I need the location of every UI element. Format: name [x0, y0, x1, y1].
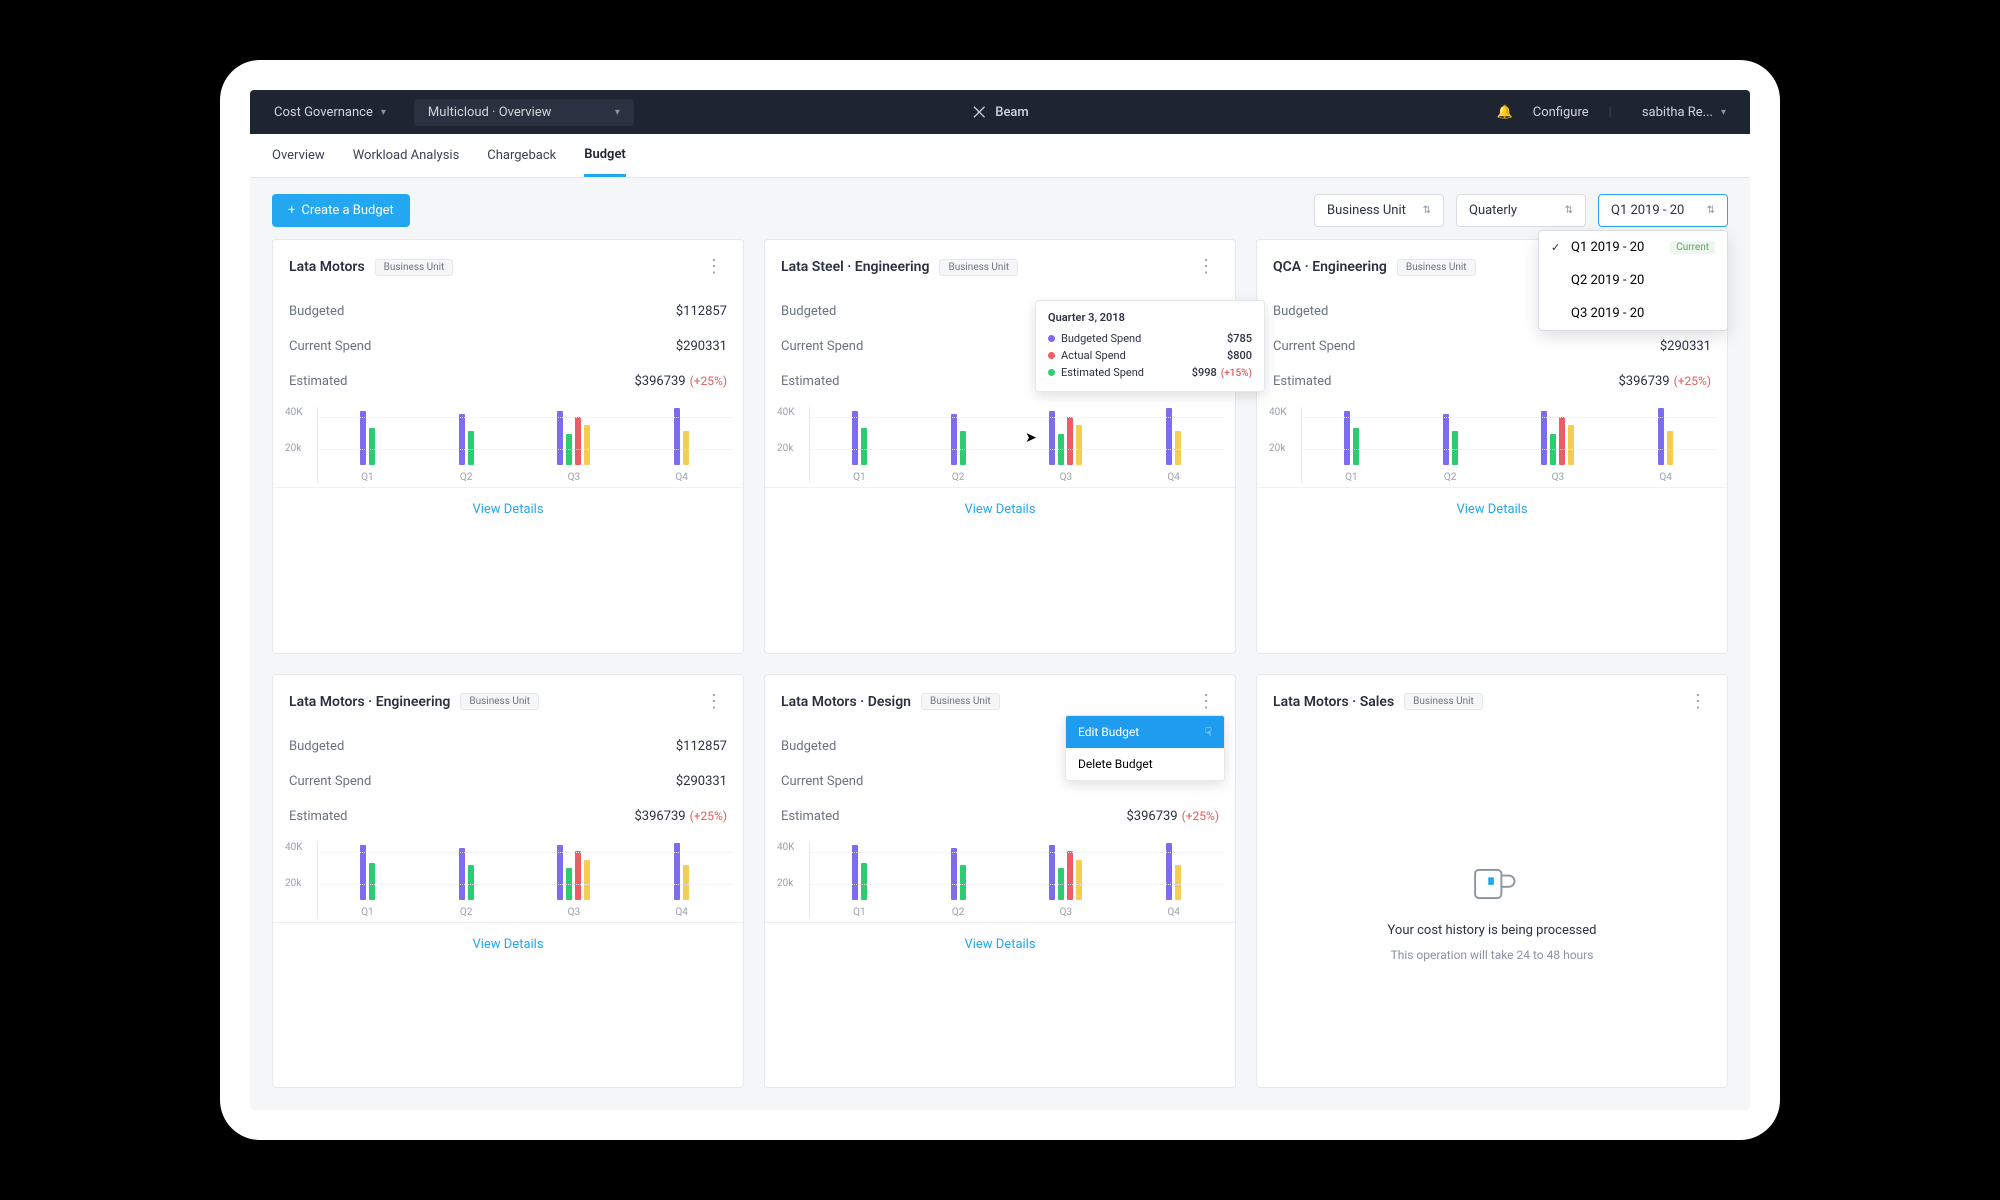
budget-card: Lata Steel · Engineering Business Unit ⋮… [764, 239, 1236, 654]
view-details-link[interactable]: View Details [765, 922, 1235, 966]
user-label: sabitha Re... [1642, 105, 1713, 120]
kebab-icon[interactable]: ⋮ [701, 689, 727, 715]
budget-card: Lata Motors Business Unit ⋮ Budgeted$112… [272, 239, 744, 654]
view-details-link[interactable]: View Details [1257, 487, 1727, 531]
budget-chart: 40K20kQ1Q2Q3Q4 [273, 399, 743, 487]
card-pill: Business Unit [375, 259, 454, 276]
hand-cursor-icon: ☟ [1205, 725, 1212, 739]
legend-dot [1048, 335, 1055, 342]
budget-card: Lata Motors · Engineering Business Unit … [272, 674, 744, 1089]
card-pill: Business Unit [939, 259, 1018, 276]
card-title: Lata Motors [289, 259, 365, 275]
configure-link[interactable]: Configure [1533, 105, 1589, 120]
card-pill: Business Unit [460, 693, 539, 710]
scope-label: Multicloud · Overview [428, 105, 552, 120]
cards-grid: Lata Motors Business Unit ⋮ Budgeted$112… [250, 239, 1750, 1110]
period-menu: ✓ Q1 2019 - 20 Current Q2 2019 - 20 Q3 2… [1538, 230, 1728, 331]
tab-budget[interactable]: Budget [584, 135, 626, 177]
card-pill: Business Unit [1404, 693, 1483, 710]
tab-chargeback[interactable]: Chargeback [487, 136, 556, 175]
card-title: QCA · Engineering [1273, 259, 1387, 275]
card-title: Lata Steel · Engineering [781, 259, 929, 275]
period-select[interactable]: Q1 2019 - 20⇅ [1598, 194, 1728, 227]
chart-tooltip: Quarter 3, 2018 Budgeted Spend$785 Actua… [1035, 300, 1265, 392]
view-details-link[interactable]: View Details [765, 487, 1235, 531]
period-option[interactable]: ✓ Q1 2019 - 20 Current [1539, 231, 1727, 264]
brand-icon [971, 104, 987, 120]
view-details-link[interactable]: View Details [273, 487, 743, 531]
updown-icon: ⇅ [1707, 205, 1715, 216]
budget-card: Lata Motors · Sales Business Unit ⋮ Your… [1256, 674, 1728, 1089]
empty-title: Your cost history is being processed [1388, 923, 1597, 938]
view-details-link[interactable]: View Details [273, 922, 743, 966]
frequency-select[interactable]: Quaterly⇅ [1456, 194, 1586, 227]
card-pill: Business Unit [1397, 259, 1476, 276]
mug-icon [1462, 853, 1522, 913]
business-unit-select[interactable]: Business Unit⇅ [1314, 194, 1444, 227]
tab-workload-analysis[interactable]: Workload Analysis [353, 136, 460, 175]
budget-card: Lata Motors · Design Business Unit ⋮ Edi… [764, 674, 1236, 1089]
tab-overview[interactable]: Overview [272, 136, 325, 175]
period-option[interactable]: Q3 2019 - 20 [1539, 297, 1727, 330]
toolbar: + Create a Budget Business Unit⇅ Quaterl… [250, 178, 1750, 239]
budget-chart: 40K20kQ1Q2Q3Q4 [765, 834, 1235, 922]
tabs: Overview Workload Analysis Chargeback Bu… [250, 134, 1750, 178]
scope-select[interactable]: Multicloud · Overview ▾ [414, 99, 634, 126]
budget-chart: 40K20kQ1Q2Q3Q4 [273, 834, 743, 922]
create-budget-label: Create a Budget [301, 203, 393, 218]
budget-chart: 40K20kQ1Q2Q3Q4 [765, 399, 1235, 487]
legend-dot [1048, 369, 1055, 376]
current-badge: Current [1670, 241, 1715, 254]
check-icon: ✓ [1551, 241, 1563, 254]
chevron-down-icon: ▾ [615, 107, 620, 118]
create-budget-button[interactable]: + Create a Budget [272, 194, 410, 227]
empty-subtitle: This operation will take 24 to 48 hours [1391, 948, 1594, 962]
card-context-menu: Edit Budget☟ Delete Budget [1065, 715, 1225, 781]
updown-icon: ⇅ [1565, 205, 1573, 216]
legend-dot [1048, 352, 1055, 359]
edit-budget-item[interactable]: Edit Budget☟ [1066, 716, 1224, 748]
tooltip-title: Quarter 3, 2018 [1048, 311, 1252, 324]
kebab-icon[interactable]: ⋮ [1193, 254, 1219, 280]
chevron-down-icon: ▾ [1721, 107, 1726, 118]
updown-icon: ⇅ [1423, 205, 1431, 216]
period-option[interactable]: Q2 2019 - 20 [1539, 264, 1727, 297]
card-pill: Business Unit [921, 693, 1000, 710]
card-title: Lata Motors · Engineering [289, 694, 450, 710]
user-menu[interactable]: sabitha Re... ▾ [1632, 99, 1736, 126]
bell-icon[interactable]: 🔔 [1497, 105, 1513, 120]
brand: Beam [971, 104, 1029, 120]
kebab-icon[interactable]: ⋮ [701, 254, 727, 280]
empty-state: Your cost history is being processed Thi… [1257, 729, 1727, 1088]
topbar: Cost Governance ▾ Multicloud · Overview … [250, 90, 1750, 134]
kebab-icon[interactable]: ⋮ [1193, 689, 1219, 715]
nav-context-label: Cost Governance [274, 105, 373, 120]
nav-context-select[interactable]: Cost Governance ▾ [264, 99, 396, 126]
delete-budget-item[interactable]: Delete Budget [1066, 748, 1224, 780]
card-title: Lata Motors · Sales [1273, 694, 1394, 710]
chevron-down-icon: ▾ [381, 107, 386, 118]
plus-icon: + [288, 203, 295, 218]
kebab-icon[interactable]: ⋮ [1685, 689, 1711, 715]
card-title: Lata Motors · Design [781, 694, 911, 710]
budget-chart: 40K20kQ1Q2Q3Q4 [1257, 399, 1727, 487]
